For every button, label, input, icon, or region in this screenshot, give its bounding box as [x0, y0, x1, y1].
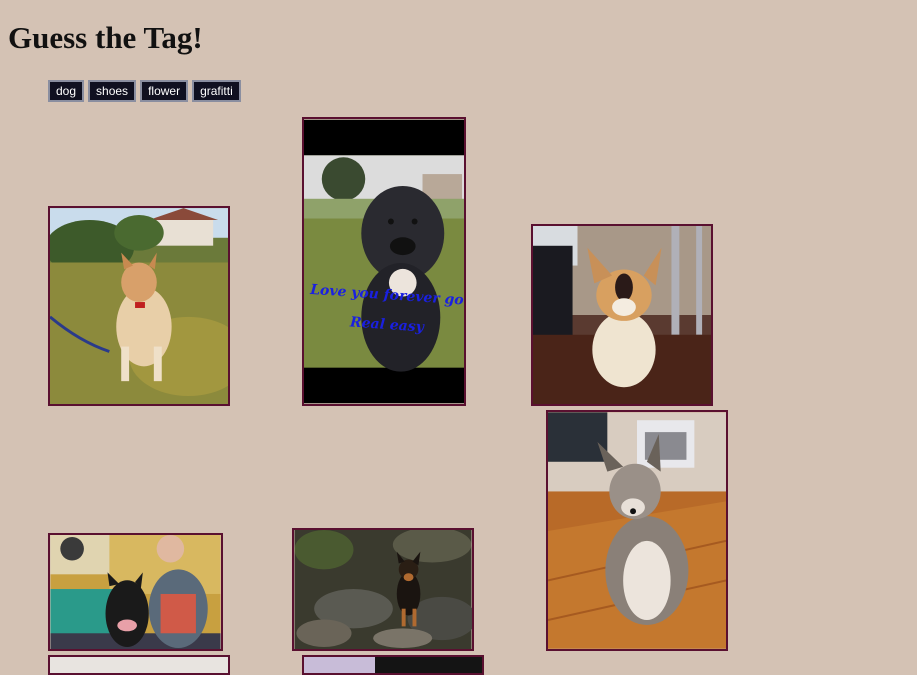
tag-buttons: dog shoes flower grafitti	[48, 80, 241, 102]
tag-button-flower[interactable]: flower	[140, 80, 189, 102]
man-dog-image	[50, 535, 221, 649]
photo-partial-bottom-left[interactable]	[48, 655, 230, 675]
photo-man-with-dog[interactable]	[48, 533, 223, 651]
photo-black-pitbull[interactable]: Love you forever good boy Real easy	[302, 117, 466, 406]
photo-shiba-dog[interactable]	[48, 206, 230, 406]
tag-button-shoes[interactable]: shoes	[88, 80, 137, 102]
page-title: Guess the Tag!	[8, 20, 203, 55]
photo-corgi-puppy[interactable]	[531, 224, 713, 406]
shepherd-dog-image	[548, 412, 726, 649]
tag-button-grafitti[interactable]: grafitti	[192, 80, 241, 102]
photo-small-dog-rocks[interactable]	[292, 528, 474, 651]
photo-partial-bottom-center[interactable]	[302, 655, 484, 675]
shiba-dog-image	[50, 208, 228, 404]
rocks-dog-image	[294, 530, 472, 649]
corgi-dog-image	[533, 226, 711, 404]
pitbull-dog-image	[304, 119, 464, 404]
photo-shepherd-dog[interactable]	[546, 410, 728, 651]
tag-button-dog[interactable]: dog	[48, 80, 85, 102]
